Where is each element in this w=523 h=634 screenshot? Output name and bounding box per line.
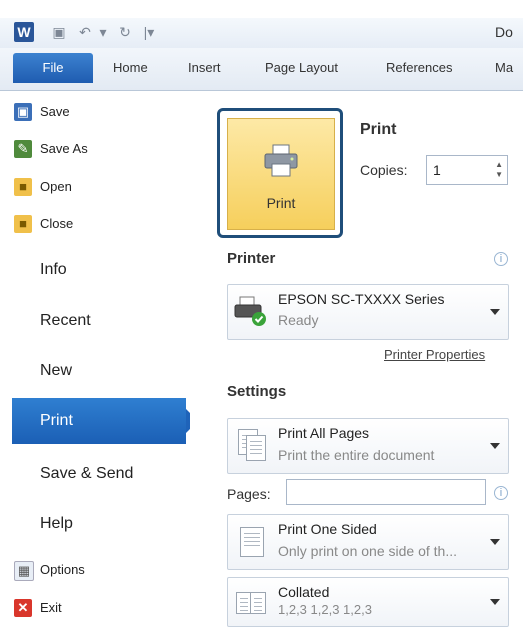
nav-save[interactable]: ▣ Save [14, 103, 70, 121]
info-icon[interactable]: i [494, 486, 508, 500]
nav-close[interactable]: ■ Close [14, 215, 74, 233]
one-sided-icon [234, 521, 268, 559]
tab-page-layout[interactable]: Page Layout [265, 60, 338, 75]
print-title: Print [360, 121, 397, 138]
spin-arrows-icon[interactable]: ▲ ▼ [495, 160, 503, 180]
folder-open-icon: ■ [14, 178, 32, 196]
printer-name: EPSON SC-TXXXX Series [278, 291, 445, 307]
settings-header: Settings [227, 383, 287, 400]
ribbon-tabs: File Home Insert Page Layout References … [0, 48, 523, 91]
printer-header: Printer [227, 250, 276, 267]
print-sided-sub: Only print on one side of th... [278, 543, 457, 559]
word-backstage-window: W ▣ ↶ ▾ ↻ |▾ Do File Home Insert Page La… [0, 0, 523, 634]
copies-label: Copies: [360, 162, 408, 178]
folder-close-icon: ■ [14, 215, 32, 233]
nav-open-label: Open [40, 179, 72, 194]
nav-print[interactable]: Print [12, 398, 198, 444]
print-sided-title: Print One Sided [278, 521, 377, 537]
chevron-down-icon [490, 309, 500, 315]
nav-exit[interactable]: ✕ Exit [14, 599, 62, 617]
tab-home[interactable]: Home [113, 60, 148, 75]
undo-dropdown-icon[interactable]: ▾ [94, 23, 112, 41]
info-icon[interactable]: i [494, 252, 508, 266]
nav-options-label: Options [40, 562, 85, 577]
nav-help[interactable]: Help [40, 515, 73, 533]
print-pane: Print Print Copies: 1 ▲ ▼ Printer i EPSON… [190, 91, 523, 634]
nav-save-label: Save [40, 104, 70, 119]
nav-save-send[interactable]: Save & Send [40, 465, 133, 483]
print-sided-select[interactable]: Print One Sided Only print on one side o… [227, 514, 509, 570]
pages-label: Pages: [227, 486, 271, 502]
nav-info[interactable]: Info [40, 261, 67, 279]
nav-recent[interactable]: Recent [40, 312, 91, 330]
nav-options[interactable]: ▦ Options [14, 561, 85, 581]
collate-title: Collated [278, 584, 330, 600]
printer-status: Ready [278, 312, 319, 328]
customize-qat-icon[interactable]: |▾ [140, 23, 158, 41]
save-icon: ▣ [14, 103, 32, 121]
pages-input[interactable] [286, 479, 486, 505]
save-icon[interactable]: ▣ [50, 23, 68, 41]
collated-icon [234, 584, 268, 622]
collate-sub: 1,2,3 1,2,3 1,2,3 [278, 602, 372, 617]
printer-properties-link[interactable]: Printer Properties [384, 347, 485, 362]
collate-select[interactable]: Collated 1,2,3 1,2,3 1,2,3 [227, 577, 509, 627]
chevron-down-icon [490, 443, 500, 449]
printer-select[interactable]: EPSON SC-TXXXX Series Ready [227, 284, 509, 340]
tab-insert[interactable]: Insert [188, 60, 221, 75]
copies-stepper[interactable]: 1 ▲ ▼ [426, 155, 508, 185]
chevron-down-icon [490, 599, 500, 605]
redo-icon[interactable]: ↻ [116, 23, 134, 41]
print-button[interactable]: Print [217, 108, 343, 238]
print-pages-title: Print All Pages [278, 425, 370, 441]
nav-open[interactable]: ■ Open [14, 178, 72, 196]
nav-print-label: Print [40, 412, 73, 429]
tab-file[interactable]: File [13, 53, 93, 83]
nav-new[interactable]: New [40, 362, 72, 380]
nav-exit-label: Exit [40, 600, 62, 615]
print-button-face: Print [227, 118, 335, 230]
backstage-nav: ▣ Save ✎ Save As ■ Open ■ Close Info Rec… [0, 91, 198, 634]
print-button-label: Print [266, 195, 296, 211]
pages-icon [234, 425, 268, 463]
quick-access-toolbar: W ▣ ↶ ▾ ↻ |▾ Do [0, 18, 523, 48]
nav-save-as-label: Save As [40, 141, 88, 156]
copies-value: 1 [433, 162, 441, 178]
printer-ready-icon [234, 296, 266, 326]
options-icon: ▦ [14, 561, 34, 581]
chevron-down-icon [490, 539, 500, 545]
exit-icon: ✕ [14, 599, 32, 617]
word-logo-icon[interactable]: W [14, 22, 34, 42]
tab-mailings[interactable]: Ma [495, 60, 513, 75]
nav-save-as[interactable]: ✎ Save As [14, 140, 88, 158]
printer-icon [264, 144, 298, 177]
nav-close-label: Close [40, 216, 74, 231]
document-title: Do [495, 24, 513, 40]
save-as-icon: ✎ [14, 140, 32, 158]
print-pages-select[interactable]: Print All Pages Print the entire documen… [227, 418, 509, 474]
tab-references[interactable]: References [386, 60, 452, 75]
print-pages-sub: Print the entire document [278, 447, 435, 463]
undo-icon[interactable]: ↶ [76, 23, 94, 41]
